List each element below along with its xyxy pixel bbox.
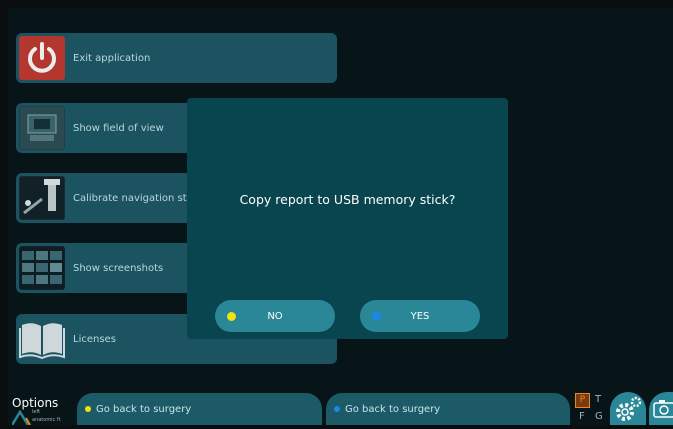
- go-back-label-left: Go back to surgery: [96, 403, 192, 415]
- exit-application-button[interactable]: Exit application: [16, 33, 337, 83]
- show-field-of-view-label: Show field of view: [73, 122, 164, 134]
- indicator-t: T: [595, 394, 602, 405]
- yellow-dot-icon: [227, 312, 236, 321]
- indicator-f: F: [579, 411, 585, 422]
- field-of-view-thumbnail: [19, 106, 65, 150]
- go-back-to-surgery-button-left[interactable]: Go back to surgery: [77, 393, 322, 425]
- licenses-label: Licenses: [73, 333, 116, 345]
- power-icon: [19, 36, 65, 80]
- go-back-label-right: Go back to surgery: [345, 403, 441, 415]
- yellow-dot-icon: [85, 406, 91, 412]
- status-indicators: P T F G: [572, 392, 608, 425]
- indicator-p: P: [575, 393, 590, 408]
- calibrate-navigation-label: Calibrate navigation sta: [73, 192, 193, 204]
- yes-button-label: YES: [410, 310, 430, 322]
- no-button-label: NO: [267, 310, 283, 322]
- exit-application-label: Exit application: [73, 52, 151, 64]
- options-sub-label: left: [32, 409, 41, 415]
- gear-icon: [616, 396, 642, 421]
- screenshots-thumbnail: [19, 246, 65, 290]
- blue-dot-icon: [372, 312, 381, 321]
- calibrate-navigation-thumbnail: [19, 176, 65, 220]
- go-back-to-surgery-button-right[interactable]: Go back to surgery: [326, 393, 570, 425]
- settings-button[interactable]: [610, 392, 646, 425]
- yes-button[interactable]: YES: [360, 300, 480, 332]
- options-title: Options: [12, 396, 59, 410]
- show-screenshots-label: Show screenshots: [73, 262, 164, 274]
- logo-text: anatomic ft: [32, 417, 61, 423]
- blue-dot-icon: [334, 406, 340, 412]
- logo-icon: left anatomic ft: [12, 409, 72, 425]
- no-button[interactable]: NO: [215, 300, 335, 332]
- dialog-message: Copy report to USB memory stick?: [239, 192, 456, 207]
- usb-copy-dialog: Copy report to USB memory stick? NO YES: [187, 98, 508, 339]
- indicator-g: G: [595, 411, 603, 422]
- book-icon: [19, 317, 65, 361]
